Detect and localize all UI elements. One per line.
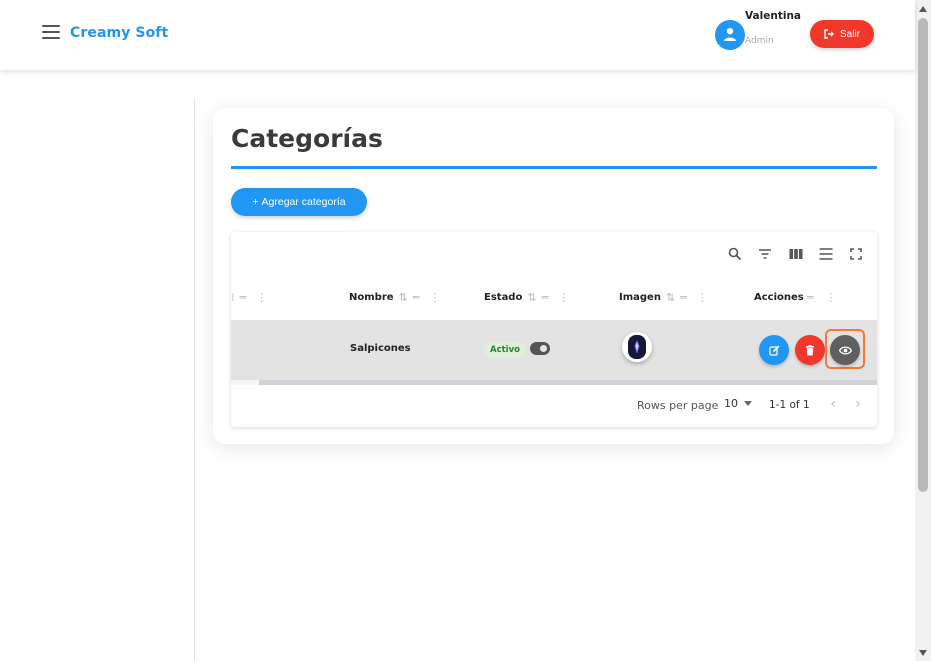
- categories-card: Categorías + Agregar categoría ⁞ ═ ⋮ Nombr…: [213, 108, 894, 444]
- column-menu-icon[interactable]: ⋮: [558, 291, 569, 304]
- hidden-column-handles: ⁞ ═ ⋮: [231, 290, 268, 304]
- column-menu-icon[interactable]: ⋮: [825, 291, 836, 304]
- vertical-scrollbar[interactable]: [915, 0, 931, 661]
- rows-per-page-select[interactable]: 10: [724, 397, 752, 410]
- view-button[interactable]: [830, 335, 860, 365]
- menu-icon[interactable]: [42, 25, 60, 41]
- logout-button[interactable]: Salir: [810, 20, 874, 48]
- scroll-up-icon[interactable]: [919, 6, 927, 12]
- drag-handle-icon[interactable]: ═: [413, 291, 420, 304]
- user-avatar[interactable]: [715, 20, 745, 50]
- user-role: Admin: [745, 36, 774, 46]
- sort-icon[interactable]: ⇅: [666, 291, 675, 304]
- horizontal-scrollbar[interactable]: [231, 380, 877, 385]
- previous-page-icon[interactable]: ‹: [824, 395, 842, 413]
- logout-icon: [824, 29, 834, 39]
- delete-button[interactable]: [795, 335, 825, 365]
- search-icon[interactable]: [725, 244, 745, 264]
- category-image: [622, 332, 652, 362]
- app-header: Creamy Soft Valentina Admin Salir: [0, 0, 915, 70]
- column-header-estado[interactable]: Estado ⇅ ═ ⋮: [484, 287, 569, 307]
- delete-icon: [806, 344, 814, 355]
- column-header-acciones[interactable]: Acciones ═ ⋮: [754, 287, 836, 307]
- drag-handle-icon[interactable]: ═: [807, 291, 814, 304]
- user-name: Valentina: [745, 10, 802, 22]
- column-header-nombre[interactable]: Nombre ⇅ ═ ⋮: [349, 287, 440, 307]
- drag-handle-icon[interactable]: ═: [680, 291, 687, 304]
- edit-button[interactable]: [759, 335, 789, 365]
- add-category-button[interactable]: + Agregar categoría: [231, 188, 367, 216]
- filter-icon[interactable]: [755, 244, 775, 264]
- fullscreen-icon[interactable]: [846, 244, 866, 264]
- table-row: Salpicones Activo: [231, 320, 877, 380]
- rows-per-page-label: Rows per page: [637, 399, 719, 412]
- plus-icon: +: [252, 196, 259, 208]
- status-badge: Activo: [484, 342, 526, 358]
- categories-table: ⁞ ═ ⋮ Nombre ⇅ ═ ⋮ Estado ⇅ ═ ⋮ Imagen ⇅ ═…: [231, 232, 877, 427]
- column-header-imagen[interactable]: Imagen ⇅ ═ ⋮: [619, 287, 708, 307]
- chevron-down-icon: [744, 401, 752, 406]
- drag-handle-icon[interactable]: ═: [542, 291, 549, 304]
- column-menu-icon[interactable]: ⋮: [697, 291, 708, 304]
- pagination-range: 1-1 of 1: [769, 399, 810, 411]
- edit-icon: [768, 345, 779, 356]
- next-page-icon[interactable]: ›: [849, 395, 867, 413]
- user-icon: [724, 28, 736, 41]
- scroll-down-icon[interactable]: [919, 650, 927, 656]
- sort-icon[interactable]: ⇅: [527, 291, 536, 304]
- add-category-label: Agregar categoría: [261, 196, 346, 208]
- sort-icon[interactable]: ⇅: [399, 291, 408, 304]
- sidebar-divider: [194, 98, 195, 661]
- category-name: Salpicones: [350, 343, 411, 354]
- page-title: Categorías: [231, 124, 383, 153]
- logout-label: Salir: [839, 28, 860, 40]
- ice-cream-image: [628, 335, 646, 359]
- status-toggle[interactable]: [530, 342, 550, 355]
- rows-per-page-value: 10: [724, 397, 738, 410]
- columns-icon[interactable]: [786, 244, 806, 264]
- eye-icon: [838, 345, 852, 355]
- title-underline: [231, 166, 877, 169]
- brand-title[interactable]: Creamy Soft: [70, 25, 168, 41]
- density-icon[interactable]: [816, 244, 836, 264]
- column-menu-icon[interactable]: ⋮: [429, 291, 440, 304]
- scrollbar-thumb[interactable]: [918, 18, 928, 492]
